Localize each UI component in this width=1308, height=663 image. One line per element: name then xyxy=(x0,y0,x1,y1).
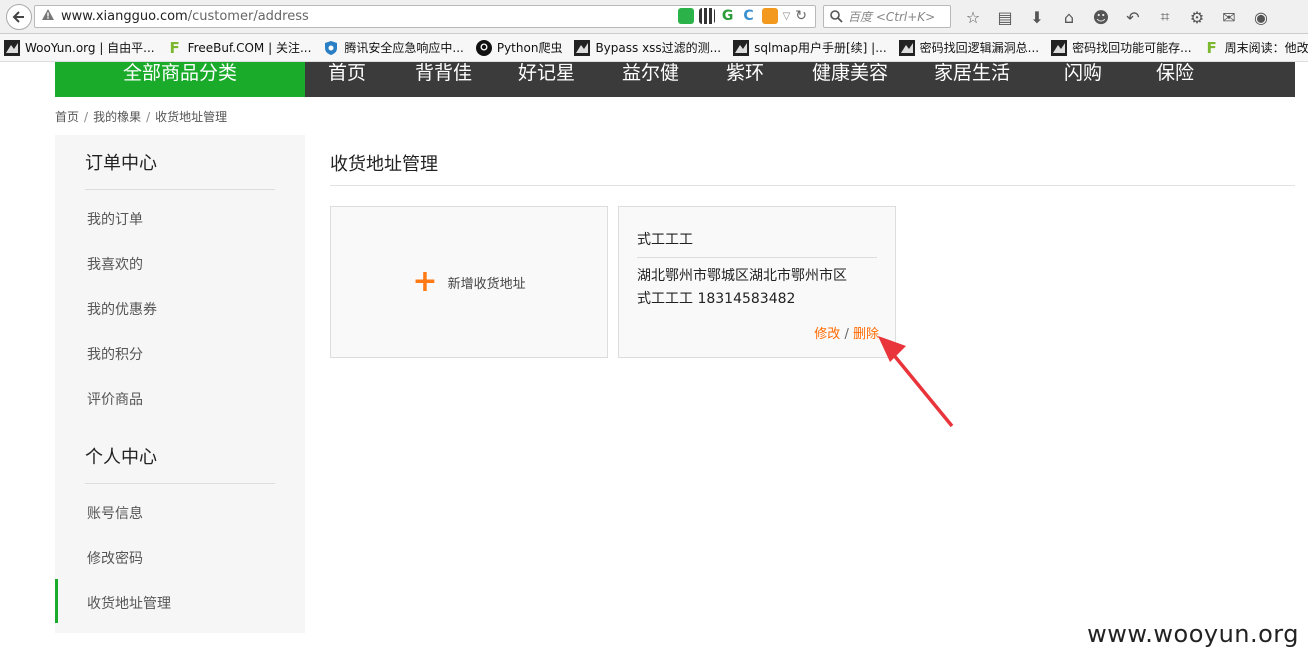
sidebar-item-addresses[interactable]: 收货地址管理 xyxy=(87,593,171,613)
shield-green-icon[interactable] xyxy=(677,8,694,24)
chat-icon[interactable]: ☻ xyxy=(1090,6,1112,28)
site-nav: 全部商品分类 首页 背背佳 好记星 益尔健 紫环 健康美容 家居生活 闪购 保险 xyxy=(55,62,1295,97)
title-divider xyxy=(330,185,1295,186)
nav-item-yierjian[interactable]: 益尔健 xyxy=(622,62,679,84)
crop-icon[interactable]: ⌗ xyxy=(1154,6,1176,28)
url-bar[interactable]: www.xiangguo.com/customer/address G C ▽ … xyxy=(34,5,816,28)
g-extension-icon[interactable]: G xyxy=(719,8,736,24)
active-indicator xyxy=(55,579,58,623)
freebuf-icon: F xyxy=(1206,38,1217,57)
category-button[interactable]: 全部商品分类 xyxy=(55,62,305,97)
annotation-arrow-icon xyxy=(878,336,954,428)
nav-item-beibeijia[interactable]: 背背佳 xyxy=(415,62,472,84)
nav-item-home[interactable]: 首页 xyxy=(328,62,366,84)
sidebar-item-coupons[interactable]: 我的优惠券 xyxy=(87,299,157,319)
watermark: www.wooyun.org xyxy=(1087,620,1299,648)
sidebar: 订单中心 我的订单 我喜欢的 我的优惠券 我的积分 评价商品 个人中心 账号信息… xyxy=(55,135,305,633)
bookmark-label: sqlmap用户手册[续] |... xyxy=(754,41,887,55)
bookmarks-bar: WooYun.org | 自由平... F FreeBuf.COM | 关注... 腾… xyxy=(0,34,1308,62)
edit-address-link[interactable]: 修改 xyxy=(814,327,840,342)
sidebar-item-reviews[interactable]: 评价商品 xyxy=(87,389,143,409)
bookmark-label: 密码找回逻辑漏洞总... xyxy=(919,41,1040,55)
bookmark-label: 腾讯安全应急响应中... xyxy=(344,41,464,55)
address-actions: 修改 / 删除 xyxy=(814,323,879,342)
nav-item-home-life[interactable]: 家居生活 xyxy=(934,62,1010,84)
nav-item-flash-sale[interactable]: 闪购 xyxy=(1064,62,1102,84)
nav-item-zihuan[interactable]: 紫环 xyxy=(726,62,764,84)
back-button[interactable] xyxy=(6,4,32,30)
search-input[interactable]: 百度 <Ctrl+K> xyxy=(823,5,951,28)
plus-icon: + xyxy=(412,264,438,299)
browser-toolbar: www.xiangguo.com/customer/address G C ▽ … xyxy=(0,0,1308,34)
qr-code-icon[interactable] xyxy=(698,8,715,24)
sidebar-heading-order-center: 订单中心 xyxy=(85,149,275,190)
address-contact: 式工工工 18314583482 xyxy=(637,291,796,307)
breadcrumb-home[interactable]: 首页 xyxy=(55,110,79,124)
breadcrumb-my-account[interactable]: 我的橡果 xyxy=(93,110,141,124)
github-icon xyxy=(475,39,492,56)
address-detail: 湖北鄂州市鄂城区湖北市鄂州市区 xyxy=(637,268,847,284)
url-domain: www.xiangguo.com xyxy=(61,9,188,24)
bookmark-item[interactable]: Bypass xss过滤的测... xyxy=(574,39,721,56)
chart-extension-icon[interactable] xyxy=(761,8,778,24)
bookmark-star-icon[interactable]: ☆ xyxy=(962,6,984,28)
freebuf-icon: F xyxy=(169,38,180,57)
breadcrumb-current: 收货地址管理 xyxy=(155,110,228,124)
nav-item-insurance[interactable]: 保险 xyxy=(1156,62,1194,84)
c-extension-icon[interactable]: C xyxy=(740,8,757,24)
breadcrumb: 首页 / 我的橡果 / 收货地址管理 xyxy=(55,110,228,124)
settings-icon[interactable]: ⚙ xyxy=(1186,6,1208,28)
sidebar-item-my-orders[interactable]: 我的订单 xyxy=(87,209,143,229)
address-name: 式工工工 xyxy=(637,229,877,258)
bookmark-item[interactable]: F FreeBuf.COM | 关注... xyxy=(167,38,312,57)
url-path: /customer/address xyxy=(187,9,309,24)
home-icon[interactable]: ⌂ xyxy=(1058,6,1080,28)
add-address-label: 新增收货地址 xyxy=(447,276,526,292)
bookmark-label: FreeBuf.COM | 关注... xyxy=(187,41,312,55)
search-icon xyxy=(830,10,843,23)
wooyun-icon xyxy=(733,39,750,56)
address-card: 式工工工 湖北鄂州市鄂城区湖北市鄂州市区 式工工工 18314583482 修改… xyxy=(618,206,896,358)
bookmark-label: Bypass xss过滤的测... xyxy=(595,41,722,55)
bookmark-item[interactable]: Python爬虫 xyxy=(475,39,563,56)
nav-item-haojixing[interactable]: 好记星 xyxy=(518,62,575,84)
back-arrow-icon xyxy=(12,11,24,23)
sidebar-item-points[interactable]: 我的积分 xyxy=(87,344,143,364)
warning-icon xyxy=(41,8,55,25)
page-title: 收货地址管理 xyxy=(330,154,438,175)
wooyun-icon xyxy=(4,39,20,56)
download-icon[interactable]: ⬇ xyxy=(1026,6,1048,28)
reading-list-icon[interactable]: ▤ xyxy=(994,6,1016,28)
search-placeholder: 百度 <Ctrl+K> xyxy=(848,10,936,24)
wooyun-icon xyxy=(898,39,915,56)
undo-icon[interactable]: ↶ xyxy=(1122,6,1144,28)
bookmark-item[interactable]: 腾讯安全应急响应中... xyxy=(323,39,464,56)
tencent-shield-icon xyxy=(323,40,339,56)
bookmark-label: Python爬虫 xyxy=(496,41,563,55)
comment-icon[interactable]: ✉ xyxy=(1218,6,1240,28)
bookmark-label: WooYun.org | 自由平... xyxy=(25,41,155,55)
wooyun-icon xyxy=(1051,39,1068,56)
action-separator: / xyxy=(844,327,849,342)
bookmark-label: 密码找回功能可能存... xyxy=(1072,41,1192,55)
profile-icon[interactable]: ◉ xyxy=(1250,6,1272,28)
wooyun-icon xyxy=(574,39,591,56)
add-address-card[interactable]: + 新增收货地址 xyxy=(330,206,608,358)
bookmark-label: 周末阅读：他改了 xyxy=(1224,41,1308,55)
dropdown-icon[interactable]: ▽ xyxy=(783,11,791,22)
sidebar-item-account-info[interactable]: 账号信息 xyxy=(87,503,143,523)
bookmark-item[interactable]: 密码找回逻辑漏洞总... xyxy=(898,39,1040,56)
sidebar-item-favorites[interactable]: 我喜欢的 xyxy=(87,254,143,274)
bookmark-item[interactable]: F 周末阅读：他改了 xyxy=(1204,38,1308,57)
bookmark-item[interactable]: sqlmap用户手册[续] |... xyxy=(733,39,887,56)
sidebar-item-change-password[interactable]: 修改密码 xyxy=(87,548,143,568)
nav-item-health[interactable]: 健康美容 xyxy=(812,62,888,84)
bookmark-item[interactable]: 密码找回功能可能存... xyxy=(1051,39,1192,56)
bookmark-item[interactable]: WooYun.org | 自由平... xyxy=(4,39,155,56)
reload-icon[interactable]: ↻ xyxy=(795,8,807,24)
sidebar-heading-personal-center: 个人中心 xyxy=(85,443,275,484)
